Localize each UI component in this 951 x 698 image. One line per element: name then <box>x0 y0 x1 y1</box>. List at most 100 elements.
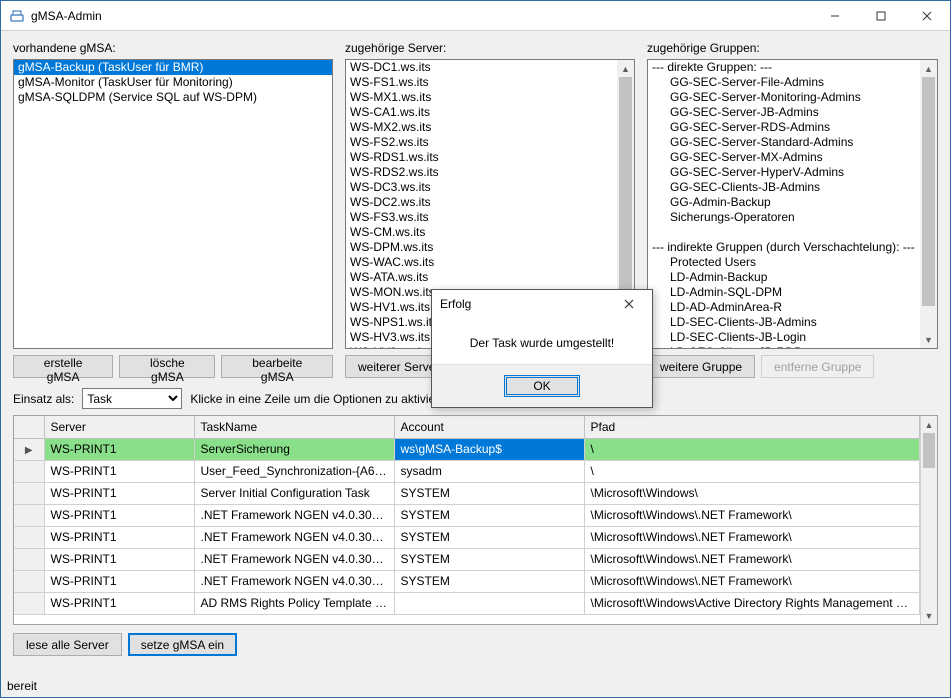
group-item[interactable]: GG-SEC-Server-File-Admins <box>648 75 937 90</box>
cell-task[interactable]: .NET Framework NGEN v4.0.30319 <box>194 504 394 526</box>
cell-path[interactable]: \Microsoft\Windows\ <box>584 482 920 504</box>
cell-account[interactable]: SYSTEM <box>394 548 584 570</box>
col-taskname[interactable]: TaskName <box>194 416 394 438</box>
cell-path[interactable]: \Microsoft\Windows\.NET Framework\ <box>584 504 920 526</box>
group-item[interactable]: LD-SEC-Clients-JB-Login <box>648 330 937 345</box>
cell-server[interactable]: WS-PRINT1 <box>44 570 194 592</box>
table-row[interactable]: ▶WS-PRINT1ServerSicherungws\gMSA-Backup$… <box>14 438 920 460</box>
table-row[interactable]: WS-PRINT1Server Initial Configuration Ta… <box>14 482 920 504</box>
cell-account[interactable]: sysadm <box>394 460 584 482</box>
cell-path[interactable]: \Microsoft\Windows\.NET Framework\ <box>584 526 920 548</box>
group-item[interactable]: Protected Users <box>648 255 937 270</box>
table-row[interactable]: WS-PRINT1AD RMS Rights Policy Template M… <box>14 592 920 614</box>
scrollbar-thumb[interactable] <box>922 77 935 306</box>
cell-account[interactable]: SYSTEM <box>394 482 584 504</box>
minimize-button[interactable] <box>812 1 858 31</box>
server-item[interactable]: WS-MX1.ws.its <box>346 90 634 105</box>
cell-task[interactable]: .NET Framework NGEN v4.0.30319 6... <box>194 548 394 570</box>
server-item[interactable]: WS-FS1.ws.its <box>346 75 634 90</box>
scroll-down-icon[interactable]: ▼ <box>920 331 937 348</box>
table-row[interactable]: WS-PRINT1.NET Framework NGEN v4.0.30319S… <box>14 504 920 526</box>
table-row[interactable]: WS-PRINT1.NET Framework NGEN v4.0.30319 … <box>14 570 920 592</box>
table-row[interactable]: WS-PRINT1User_Feed_Synchronization-{A6AB… <box>14 460 920 482</box>
gmsa-item[interactable]: gMSA-Backup (TaskUser für BMR) <box>14 60 332 75</box>
scrollbar-thumb[interactable] <box>923 433 935 468</box>
cell-account[interactable]: SYSTEM <box>394 504 584 526</box>
group-item[interactable]: LD-Admin-SQL-DPM <box>648 285 937 300</box>
server-item[interactable]: WS-CM.ws.its <box>346 225 634 240</box>
group-item[interactable]: GG-SEC-Server-JB-Admins <box>648 105 937 120</box>
server-item[interactable]: WS-RDS1.ws.its <box>346 150 634 165</box>
table-row[interactable]: WS-PRINT1.NET Framework NGEN v4.0.30319 … <box>14 526 920 548</box>
cell-task[interactable]: User_Feed_Synchronization-{A6AB57... <box>194 460 394 482</box>
einsatz-als-select[interactable]: Task <box>82 388 182 409</box>
cell-account[interactable] <box>394 592 584 614</box>
group-item[interactable]: LD-SEC-Clients-JB-RDP <box>648 345 937 349</box>
dialog-close-button[interactable] <box>614 294 644 314</box>
group-item[interactable]: GG-SEC-Server-MX-Admins <box>648 150 937 165</box>
cell-task[interactable]: .NET Framework NGEN v4.0.30319 C... <box>194 570 394 592</box>
cell-account[interactable]: SYSTEM <box>394 570 584 592</box>
cell-path[interactable]: \Microsoft\Windows\.NET Framework\ <box>584 570 920 592</box>
scrollbar-thumb[interactable] <box>619 77 632 293</box>
cell-account[interactable]: SYSTEM <box>394 526 584 548</box>
cell-task[interactable]: .NET Framework NGEN v4.0.30319 64 <box>194 526 394 548</box>
server-item[interactable]: WS-FS3.ws.its <box>346 210 634 225</box>
cell-server[interactable]: WS-PRINT1 <box>44 592 194 614</box>
cell-path[interactable]: \Microsoft\Windows\.NET Framework\ <box>584 548 920 570</box>
maximize-button[interactable] <box>858 1 904 31</box>
scroll-up-icon[interactable]: ▲ <box>617 60 634 77</box>
read-all-servers-button[interactable]: lese alle Server <box>13 633 122 656</box>
cell-server[interactable]: WS-PRINT1 <box>44 548 194 570</box>
gmsa-item[interactable]: gMSA-SQLDPM (Service SQL auf WS-DPM) <box>14 90 332 105</box>
set-gmsa-button[interactable]: setze gMSA ein <box>128 633 237 656</box>
group-listbox[interactable]: --- direkte Gruppen: ---GG-SEC-Server-Fi… <box>647 59 938 349</box>
cell-path[interactable]: \ <box>584 438 920 460</box>
cell-server[interactable]: WS-PRINT1 <box>44 438 194 460</box>
gmsa-item[interactable]: gMSA-Monitor (TaskUser für Monitoring) <box>14 75 332 90</box>
group-item[interactable]: Sicherungs-Operatoren <box>648 210 937 225</box>
group-item[interactable]: GG-SEC-Server-Standard-Admins <box>648 135 937 150</box>
delete-gmsa-button[interactable]: lösche gMSA <box>119 355 215 378</box>
cell-task[interactable]: ServerSicherung <box>194 438 394 460</box>
group-item[interactable]: LD-Admin-Backup <box>648 270 937 285</box>
gmsa-listbox[interactable]: gMSA-Backup (TaskUser für BMR)gMSA-Monit… <box>13 59 333 349</box>
server-item[interactable]: WS-DPM.ws.its <box>346 240 634 255</box>
col-server[interactable]: Server <box>44 416 194 438</box>
group-item[interactable]: GG-Admin-Backup <box>648 195 937 210</box>
cell-server[interactable]: WS-PRINT1 <box>44 526 194 548</box>
server-item[interactable]: WS-CA1.ws.its <box>346 105 634 120</box>
task-grid[interactable]: Server TaskName Account Pfad ▶WS-PRINT1S… <box>13 415 938 625</box>
create-gmsa-button[interactable]: erstelle gMSA <box>13 355 113 378</box>
dialog-ok-button[interactable]: OK <box>504 375 580 397</box>
cell-account[interactable]: ws\gMSA-Backup$ <box>394 438 584 460</box>
server-item[interactable]: WS-RDS2.ws.its <box>346 165 634 180</box>
cell-task[interactable]: Server Initial Configuration Task <box>194 482 394 504</box>
cell-server[interactable]: WS-PRINT1 <box>44 460 194 482</box>
server-item[interactable]: WS-MX2.ws.its <box>346 120 634 135</box>
cell-task[interactable]: AD RMS Rights Policy Template Mana... <box>194 592 394 614</box>
server-item[interactable]: WS-DC3.ws.its <box>346 180 634 195</box>
cell-path[interactable]: \ <box>584 460 920 482</box>
server-item[interactable]: WS-ATA.ws.its <box>346 270 634 285</box>
group-item[interactable]: GG-SEC-Clients-JB-Admins <box>648 180 937 195</box>
edit-gmsa-button[interactable]: bearbeite gMSA <box>221 355 333 378</box>
cell-path[interactable]: \Microsoft\Windows\Active Directory Righ… <box>584 592 920 614</box>
scroll-down-icon[interactable]: ▼ <box>921 607 937 624</box>
server-item[interactable]: WS-FS2.ws.its <box>346 135 634 150</box>
scroll-up-icon[interactable]: ▲ <box>920 60 937 77</box>
group-item[interactable]: LD-AD-AdminArea-R <box>648 300 937 315</box>
server-item[interactable]: WS-DC2.ws.its <box>346 195 634 210</box>
group-item[interactable]: LD-SEC-Clients-JB-Admins <box>648 315 937 330</box>
col-account[interactable]: Account <box>394 416 584 438</box>
server-item[interactable]: WS-DC1.ws.its <box>346 60 634 75</box>
more-group-button[interactable]: weitere Gruppe <box>647 355 755 378</box>
group-item[interactable]: GG-SEC-Server-HyperV-Admins <box>648 165 937 180</box>
cell-server[interactable]: WS-PRINT1 <box>44 482 194 504</box>
cell-server[interactable]: WS-PRINT1 <box>44 504 194 526</box>
col-path[interactable]: Pfad <box>584 416 920 438</box>
server-item[interactable]: WS-WAC.ws.its <box>346 255 634 270</box>
group-item[interactable]: GG-SEC-Server-Monitoring-Admins <box>648 90 937 105</box>
close-button[interactable] <box>904 1 950 31</box>
table-row[interactable]: WS-PRINT1.NET Framework NGEN v4.0.30319 … <box>14 548 920 570</box>
